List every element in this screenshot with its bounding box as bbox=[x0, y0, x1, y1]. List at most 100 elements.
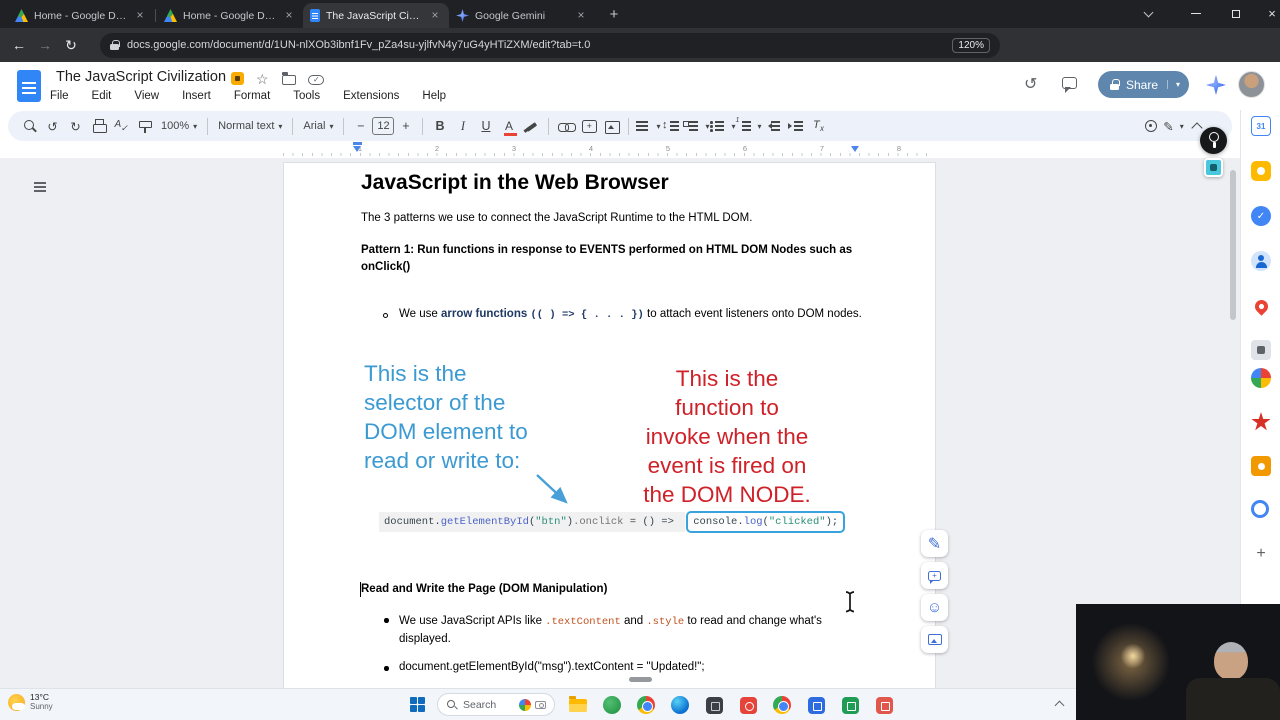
taskbar-app-blue-square-icon[interactable] bbox=[804, 693, 828, 717]
insert-link-button[interactable] bbox=[554, 114, 577, 138]
window-maximize-button[interactable] bbox=[1218, 0, 1254, 27]
calendar-panel-button[interactable]: 31 bbox=[1251, 116, 1271, 136]
menu-format[interactable]: Format bbox=[232, 89, 272, 103]
maps-panel-button[interactable] bbox=[1251, 296, 1271, 316]
activity-button[interactable] bbox=[1139, 114, 1162, 138]
menu-file[interactable]: File bbox=[48, 89, 71, 103]
tab-search-button[interactable] bbox=[1130, 0, 1166, 27]
document-title[interactable]: The JavaScript Civilization bbox=[56, 69, 226, 85]
tab-close-icon[interactable]: × bbox=[574, 8, 588, 23]
zoom-select[interactable]: 100% bbox=[156, 120, 202, 132]
document-page[interactable]: JavaScript in the Web Browser The 3 patt… bbox=[283, 162, 936, 688]
tray-chevron-button[interactable] bbox=[1054, 700, 1065, 711]
addon-panel-button-3[interactable] bbox=[1251, 412, 1271, 431]
underline-button[interactable]: U bbox=[474, 114, 497, 138]
browser-tab-2[interactable]: Home - Google Drive × bbox=[157, 3, 303, 28]
share-dropdown-icon[interactable]: ▾ bbox=[1167, 80, 1180, 89]
browser-tab-4[interactable]: Google Gemini × bbox=[449, 3, 595, 28]
suggest-edits-button[interactable]: ✎ bbox=[921, 530, 948, 557]
font-size-increase-button[interactable]: + bbox=[394, 114, 417, 138]
addon-panel-button-2[interactable] bbox=[1251, 368, 1271, 388]
text-color-button[interactable]: A bbox=[503, 120, 517, 136]
tasks-panel-button[interactable]: ✓ bbox=[1251, 206, 1271, 226]
gemini-sparkle-button[interactable] bbox=[1206, 75, 1226, 95]
emoji-reaction-button[interactable]: ☺ bbox=[921, 594, 948, 621]
forward-button[interactable]: → bbox=[32, 37, 58, 53]
profile-avatar[interactable] bbox=[1238, 71, 1265, 98]
taskbar-search-box[interactable]: Search bbox=[437, 693, 555, 716]
add-comment-button[interactable] bbox=[577, 114, 600, 138]
star-button[interactable]: ☆ bbox=[256, 71, 269, 88]
insert-image-margin-button[interactable] bbox=[921, 626, 948, 653]
get-add-ons-button[interactable]: + bbox=[1251, 544, 1271, 564]
align-button[interactable] bbox=[634, 114, 660, 138]
floating-extension-button-dark[interactable] bbox=[1200, 127, 1227, 154]
menu-extensions[interactable]: Extensions bbox=[341, 89, 401, 103]
checklist-button[interactable] bbox=[683, 114, 709, 138]
numbered-list-button[interactable] bbox=[736, 114, 762, 138]
chrome-icon[interactable] bbox=[634, 693, 658, 717]
reload-button[interactable]: ↻ bbox=[58, 37, 84, 54]
start-button[interactable] bbox=[410, 697, 426, 713]
menu-insert[interactable]: Insert bbox=[180, 89, 213, 103]
floating-extension-button-cyan[interactable] bbox=[1204, 158, 1223, 177]
back-button[interactable]: ← bbox=[6, 37, 32, 53]
tab-close-icon[interactable]: × bbox=[428, 8, 442, 23]
tab-close-icon[interactable]: × bbox=[133, 8, 147, 23]
bullet-list-button[interactable] bbox=[709, 114, 735, 138]
version-history-button[interactable]: ↺ bbox=[1024, 74, 1037, 94]
window-minimize-button[interactable] bbox=[1178, 0, 1214, 27]
decrease-indent-button[interactable] bbox=[762, 114, 785, 138]
highlight-button[interactable] bbox=[520, 114, 543, 138]
undo-button[interactable]: ↺ bbox=[41, 114, 64, 138]
paint-format-button[interactable] bbox=[133, 114, 156, 138]
browser-tab-1[interactable]: Home - Google Drive × bbox=[8, 3, 154, 28]
menu-help[interactable]: Help bbox=[420, 89, 448, 103]
edge-icon[interactable] bbox=[668, 693, 692, 717]
window-close-button[interactable]: × bbox=[1254, 0, 1280, 27]
keep-panel-button[interactable] bbox=[1251, 161, 1271, 181]
font-size-input[interactable]: 12 bbox=[372, 117, 395, 135]
move-folder-button[interactable] bbox=[282, 72, 296, 85]
docs-logo-icon[interactable] bbox=[17, 70, 41, 102]
taskbar-app-green-square-icon[interactable] bbox=[838, 693, 862, 717]
browser-tab-active[interactable]: The JavaScript Civilization - Go × bbox=[303, 3, 449, 28]
share-button[interactable]: Share ▾ bbox=[1098, 71, 1190, 98]
show-outline-button[interactable] bbox=[26, 173, 54, 201]
italic-button[interactable]: I bbox=[451, 114, 474, 138]
menu-view[interactable]: View bbox=[132, 89, 161, 103]
chrome-secondary-icon[interactable] bbox=[770, 693, 794, 717]
new-tab-button[interactable]: + bbox=[605, 6, 623, 23]
print-button[interactable] bbox=[87, 114, 110, 138]
tab-close-icon[interactable]: × bbox=[282, 8, 296, 23]
bold-button[interactable]: B bbox=[428, 114, 451, 138]
addon-panel-button-4[interactable] bbox=[1251, 456, 1271, 476]
menu-tools[interactable]: Tools bbox=[291, 89, 322, 103]
addon-panel-button-1[interactable] bbox=[1251, 340, 1271, 360]
clear-formatting-button[interactable] bbox=[808, 114, 831, 138]
font-size-decrease-button[interactable]: − bbox=[349, 114, 372, 138]
lock-icon[interactable] bbox=[110, 39, 120, 51]
contacts-panel-button[interactable] bbox=[1251, 251, 1271, 271]
add-comment-margin-button[interactable]: + bbox=[921, 562, 948, 589]
editing-mode-button[interactable]: ✎ bbox=[1162, 114, 1185, 138]
taskbar-app-red-icon[interactable] bbox=[736, 693, 760, 717]
spellcheck-button[interactable] bbox=[110, 114, 133, 138]
taskbar-app-green-icon[interactable] bbox=[600, 693, 624, 717]
line-spacing-button[interactable] bbox=[660, 114, 683, 138]
menu-edit[interactable]: Edit bbox=[90, 89, 114, 103]
zoom-badge[interactable]: 120% bbox=[952, 37, 990, 53]
paragraph-style-select[interactable]: Normal text bbox=[213, 120, 287, 132]
url-bar[interactable]: docs.google.com/document/d/1UN-nlXOb3ibn… bbox=[100, 32, 1000, 58]
taskbar-app-dark-icon[interactable] bbox=[702, 693, 726, 717]
search-menus-button[interactable] bbox=[18, 114, 41, 138]
scrollbar-thumb[interactable] bbox=[1230, 170, 1236, 320]
font-select[interactable]: Arial bbox=[298, 120, 338, 132]
taskbar-app-red-square-icon[interactable] bbox=[872, 693, 896, 717]
redo-button[interactable]: ↻ bbox=[64, 114, 87, 138]
open-comments-button[interactable] bbox=[1062, 77, 1077, 93]
increase-indent-button[interactable] bbox=[785, 114, 808, 138]
weather-widget[interactable]: 13°C Sunny bbox=[8, 692, 53, 712]
file-explorer-icon[interactable] bbox=[566, 693, 590, 717]
insert-image-button[interactable] bbox=[600, 114, 623, 138]
